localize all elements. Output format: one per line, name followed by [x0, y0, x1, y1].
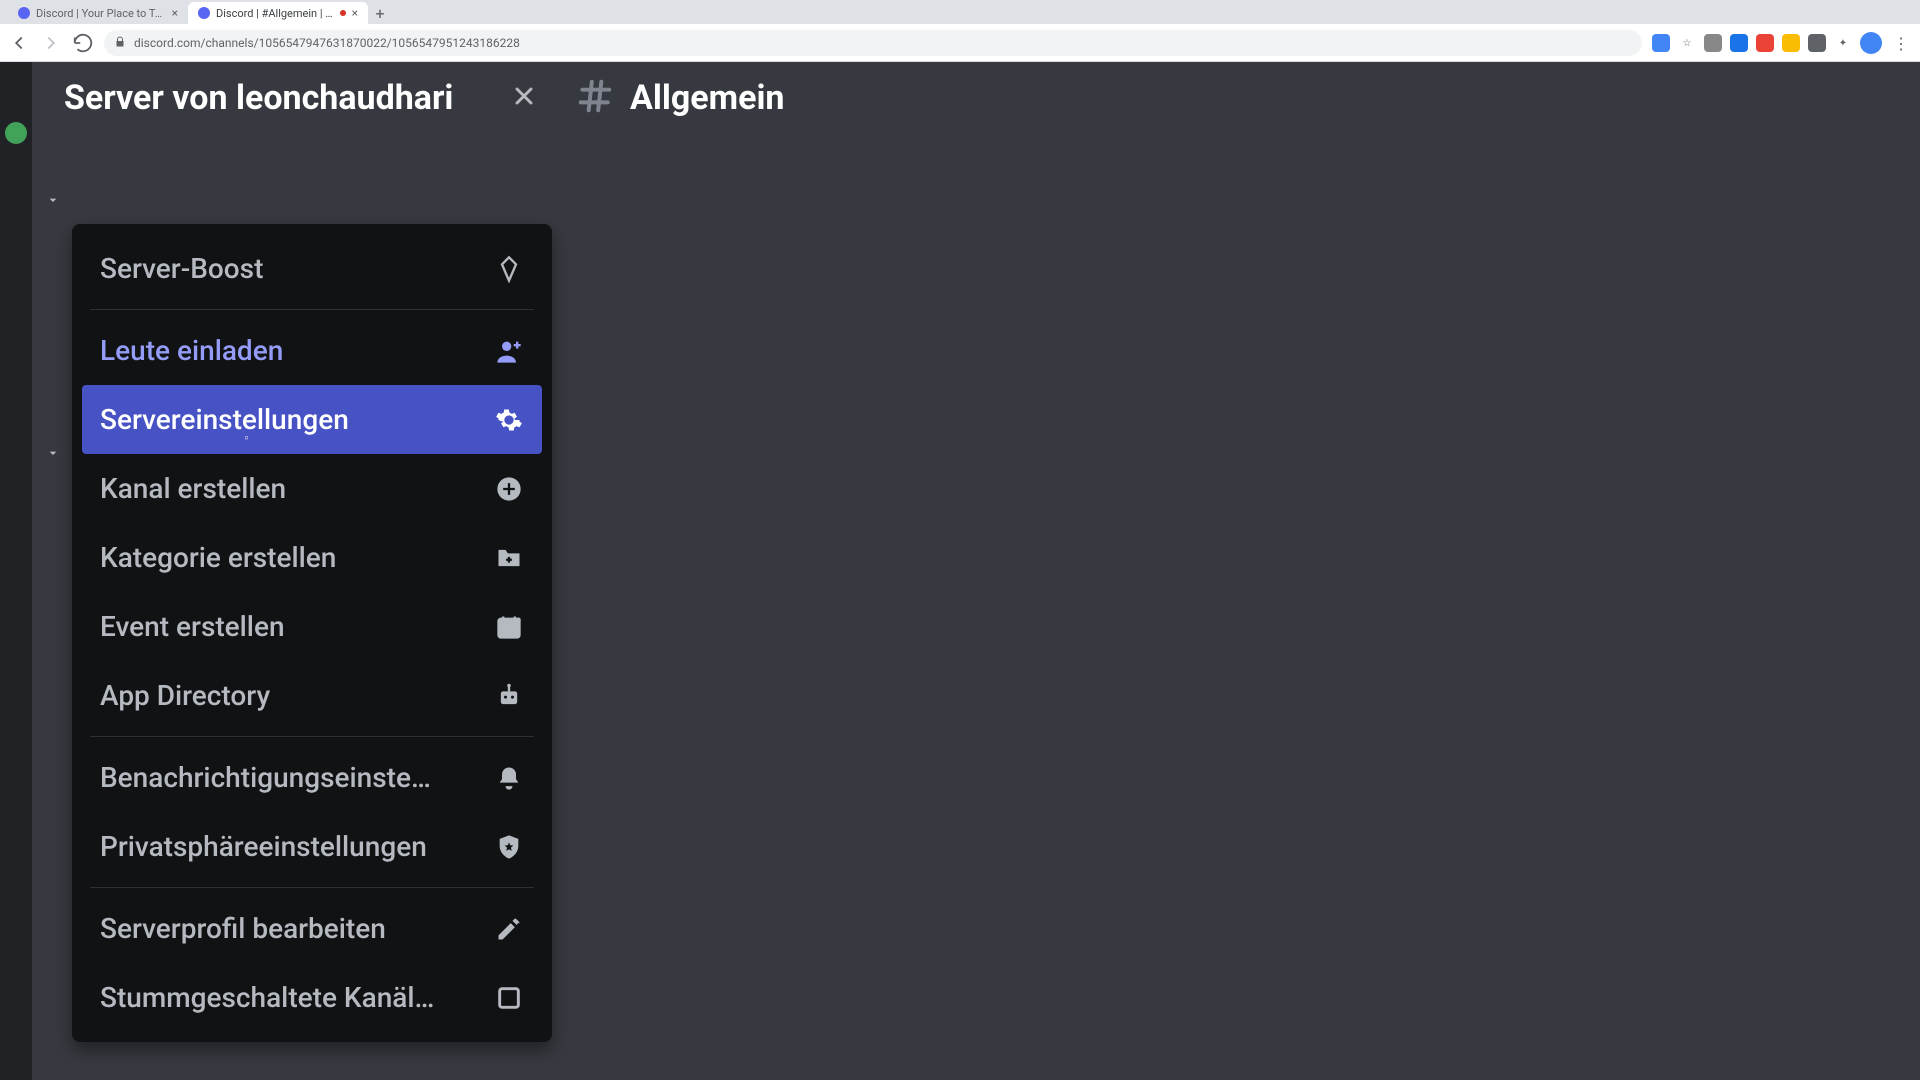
extension-icon[interactable] — [1782, 34, 1800, 52]
pencil-icon — [494, 914, 524, 944]
menu-label: Privatsphäreeinstellungen — [100, 830, 427, 863]
menu-item-invite-people[interactable]: Leute einladen — [82, 316, 542, 385]
discord-favicon — [198, 7, 210, 19]
chevron-down-icon[interactable] — [45, 192, 61, 212]
back-button[interactable] — [8, 32, 30, 54]
extension-icon[interactable] — [1652, 34, 1670, 52]
menu-item-app-directory[interactable]: App Directory — [82, 661, 542, 730]
lock-icon — [114, 36, 126, 51]
menu-label: Servereinstellungen — [100, 403, 349, 436]
shield-icon — [494, 832, 524, 862]
extension-icon[interactable] — [1756, 34, 1774, 52]
new-tab-button[interactable]: + — [368, 2, 392, 24]
address-bar[interactable]: discord.com/channels/1056547947631870022… — [104, 30, 1642, 56]
menu-item-create-event[interactable]: Event erstellen — [82, 592, 542, 661]
tab-title: Discord | #Allgemein | Se — [216, 7, 334, 20]
close-icon[interactable]: × — [352, 6, 358, 20]
menu-item-notification-settings[interactable]: Benachrichtigungseinste… — [82, 743, 542, 812]
server-icon[interactable] — [5, 122, 27, 144]
forward-button[interactable] — [40, 32, 62, 54]
browser-tab-active[interactable]: Discord | #Allgemein | Se × — [188, 2, 368, 24]
menu-item-privacy-settings[interactable]: Privatsphäreeinstellungen — [82, 812, 542, 881]
channel-name: Allgemein — [630, 78, 785, 118]
extension-icon[interactable] — [1730, 34, 1748, 52]
menu-label: Serverprofil bearbeiten — [100, 912, 386, 945]
alert-dot-icon — [340, 10, 346, 16]
server-list-column — [0, 62, 32, 1080]
kebab-menu-icon[interactable]: ⋮ — [1890, 32, 1912, 54]
extensions-puzzle-icon[interactable]: ✦ — [1834, 34, 1852, 52]
extension-icon[interactable] — [1704, 34, 1722, 52]
discord-app: Server von leonchaudhari Allgemein Serve… — [0, 62, 1920, 1080]
profile-avatar[interactable] — [1860, 32, 1882, 54]
tab-title: Discord | Your Place to Talk an — [36, 7, 166, 20]
robot-icon — [494, 681, 524, 711]
person-add-icon — [494, 336, 524, 366]
server-dropdown-menu: Server-Boost Leute einladen Servereinste… — [72, 224, 552, 1042]
menu-separator — [90, 736, 534, 737]
menu-separator — [90, 309, 534, 310]
address-row: discord.com/channels/1056547947631870022… — [0, 24, 1920, 62]
server-header[interactable]: Server von leonchaudhari — [32, 78, 560, 118]
menu-label: Leute einladen — [100, 334, 283, 367]
checkbox-empty-icon — [494, 983, 524, 1013]
toolbar-right: ☆ ✦ ⋮ — [1652, 32, 1912, 54]
menu-label: App Directory — [100, 679, 270, 712]
url-text: discord.com/channels/1056547947631870022… — [134, 36, 520, 50]
browser-tab[interactable]: Discord | Your Place to Talk an × — [8, 2, 188, 24]
boost-gem-icon — [494, 254, 524, 284]
cursor-icon: ◦ — [244, 429, 249, 446]
discord-favicon — [18, 7, 30, 19]
menu-label: Kanal erstellen — [100, 472, 286, 505]
menu-label: Benachrichtigungseinste… — [100, 761, 431, 794]
folder-plus-icon — [494, 543, 524, 573]
menu-item-create-category[interactable]: Kategorie erstellen — [82, 523, 542, 592]
menu-label: Event erstellen — [100, 610, 285, 643]
menu-label: Stummgeschaltete Kanäl… — [100, 981, 434, 1014]
server-name: Server von leonchaudhari — [64, 78, 453, 118]
close-icon[interactable] — [510, 82, 538, 114]
menu-label: Kategorie erstellen — [100, 541, 336, 574]
tab-strip: Discord | Your Place to Talk an × Discor… — [0, 0, 1920, 24]
channel-header: Allgemein — [560, 77, 785, 119]
extension-icon[interactable] — [1808, 34, 1826, 52]
menu-item-server-settings[interactable]: Servereinstellungen — [82, 385, 542, 454]
menu-item-edit-server-profile[interactable]: Serverprofil bearbeiten — [82, 894, 542, 963]
menu-label: Server-Boost — [100, 252, 263, 285]
bookmark-star-icon[interactable]: ☆ — [1678, 34, 1696, 52]
menu-separator — [90, 887, 534, 888]
menu-item-server-boost[interactable]: Server-Boost — [82, 234, 542, 303]
close-icon[interactable]: × — [172, 6, 178, 20]
hash-icon — [576, 77, 614, 119]
menu-item-muted-channels[interactable]: Stummgeschaltete Kanäl… — [82, 963, 542, 1032]
app-header: Server von leonchaudhari Allgemein — [32, 62, 1920, 134]
plus-circle-icon — [494, 474, 524, 504]
menu-item-create-channel[interactable]: Kanal erstellen — [82, 454, 542, 523]
reload-button[interactable] — [72, 32, 94, 54]
gear-icon — [494, 405, 524, 435]
calendar-plus-icon — [494, 612, 524, 642]
chevron-down-icon[interactable] — [45, 445, 61, 465]
browser-chrome: Discord | Your Place to Talk an × Discor… — [0, 0, 1920, 62]
bell-icon — [494, 763, 524, 793]
